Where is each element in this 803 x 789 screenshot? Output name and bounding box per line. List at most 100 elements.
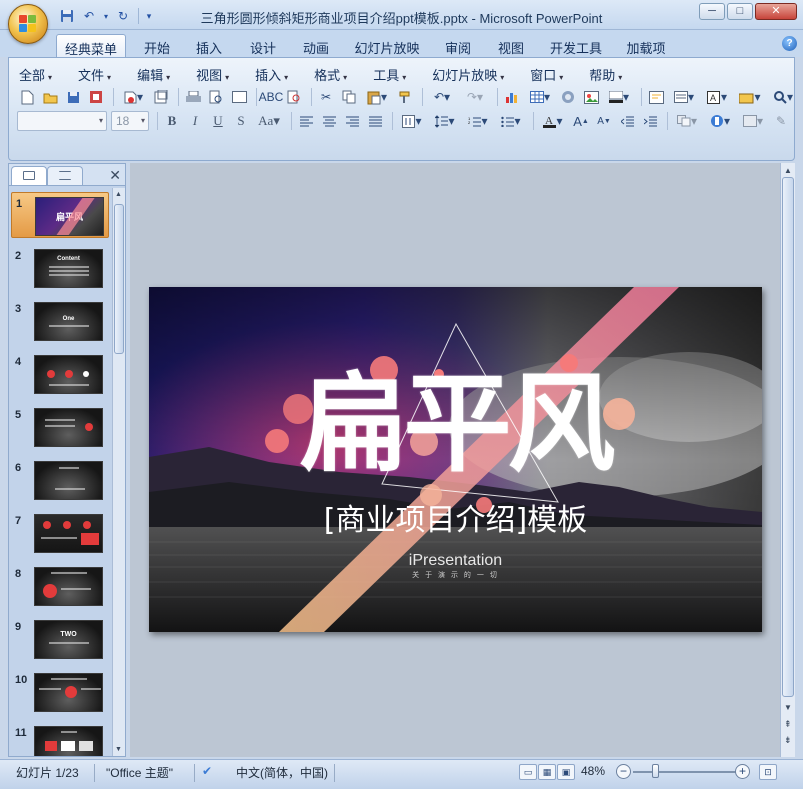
- tab-slideshow[interactable]: 幻灯片放映: [350, 34, 424, 57]
- slide-thumbnail[interactable]: 6: [11, 457, 109, 503]
- chart-icon[interactable]: [502, 87, 522, 107]
- print-icon[interactable]: [183, 87, 203, 107]
- font-name-combo[interactable]: ▾: [17, 111, 107, 131]
- line-spacing-icon[interactable]: ▾: [430, 111, 460, 131]
- fit-to-window-icon[interactable]: ⊡: [759, 764, 777, 780]
- menu-all[interactable]: 全部 ▾: [19, 65, 52, 83]
- close-button[interactable]: ✕: [755, 3, 797, 20]
- open-icon[interactable]: [40, 87, 60, 107]
- picture-icon[interactable]: [581, 87, 601, 107]
- format-painter-icon[interactable]: [395, 87, 415, 107]
- slide-sorter-icon[interactable]: ▦: [538, 764, 556, 780]
- scroll-up-icon[interactable]: ▲: [784, 166, 792, 175]
- spell-check-icon[interactable]: ✔: [202, 764, 220, 778]
- quick-styles-icon[interactable]: ▾: [705, 111, 735, 131]
- menu-insert[interactable]: 插入 ▾: [255, 65, 288, 83]
- slide-thumbnail[interactable]: 2 Content: [11, 245, 109, 291]
- minimize-button[interactable]: ─: [699, 3, 725, 20]
- tab-review[interactable]: 审阅: [437, 34, 479, 57]
- slides-tab[interactable]: [11, 166, 47, 185]
- research-icon[interactable]: [284, 87, 304, 107]
- shrink-font-icon[interactable]: A ▼: [594, 111, 614, 131]
- slide-thumbnail[interactable]: 11: [11, 722, 109, 756]
- normal-view-icon[interactable]: ▭: [519, 764, 537, 780]
- email-icon[interactable]: ▾: [118, 87, 148, 107]
- maximize-button[interactable]: □: [727, 3, 753, 20]
- zoom-slider-knob[interactable]: [652, 764, 659, 778]
- paste-icon[interactable]: ▾: [362, 87, 392, 107]
- menu-file[interactable]: 文件 ▾: [78, 65, 111, 83]
- previous-slide-icon[interactable]: ⇞: [784, 719, 792, 730]
- pdf-icon[interactable]: [151, 87, 171, 107]
- tab-developer[interactable]: 开发工具: [545, 34, 607, 57]
- slide-thumbnail[interactable]: 5: [11, 404, 109, 450]
- new-icon[interactable]: [17, 87, 37, 107]
- align-left-icon[interactable]: [296, 111, 316, 131]
- next-slide-icon[interactable]: ⇟: [784, 735, 792, 746]
- menu-edit[interactable]: 编辑 ▾: [137, 65, 170, 83]
- menu-view[interactable]: 视图 ▾: [196, 65, 229, 83]
- zoom-slider-track[interactable]: [633, 771, 737, 773]
- text-box-icon[interactable]: A ▾: [702, 87, 732, 107]
- slide-thumbnail[interactable]: 9 TWO: [11, 616, 109, 662]
- numbering-icon[interactable]: 1 2 ▾: [463, 111, 493, 131]
- scroll-down-icon[interactable]: ▼: [115, 746, 122, 753]
- slide-thumbnail[interactable]: 7: [11, 510, 109, 556]
- justify-icon[interactable]: [365, 111, 385, 131]
- zoom-level-label[interactable]: 48%: [581, 764, 605, 778]
- menu-tools[interactable]: 工具 ▾: [373, 65, 406, 83]
- slide-vertical-scrollbar[interactable]: ▲ ▼ ⇞ ⇟: [780, 163, 795, 757]
- close-pane-icon[interactable]: ✕: [109, 167, 121, 184]
- bold-button[interactable]: B: [162, 111, 182, 131]
- copy-icon[interactable]: [339, 87, 359, 107]
- decrease-indent-icon[interactable]: [617, 111, 637, 131]
- shape-outline-icon[interactable]: ✎: [771, 111, 791, 131]
- print-preview-icon[interactable]: [206, 87, 226, 107]
- slide-thumbnail[interactable]: 4: [11, 351, 109, 397]
- undo-icon[interactable]: ↶▾: [427, 87, 457, 107]
- slide-view-icon[interactable]: [229, 87, 249, 107]
- change-case-button[interactable]: Aa ▾: [254, 111, 284, 131]
- menu-help[interactable]: 帮助 ▾: [589, 65, 622, 83]
- bullets-icon[interactable]: ▾: [496, 111, 526, 131]
- layout-icon[interactable]: ▾: [669, 87, 699, 107]
- redo-icon[interactable]: ↷▾: [460, 87, 490, 107]
- scrollbar-thumb[interactable]: [114, 204, 124, 354]
- permission-icon[interactable]: [86, 87, 106, 107]
- shapes-icon[interactable]: ▾: [735, 87, 765, 107]
- tab-insert[interactable]: 插入: [188, 34, 230, 57]
- tab-addins[interactable]: 加载项: [620, 34, 672, 57]
- slide-thumbnail[interactable]: 3 One: [11, 298, 109, 344]
- increase-indent-icon[interactable]: [640, 111, 660, 131]
- find-icon[interactable]: ▾: [768, 87, 798, 107]
- language-label[interactable]: 中文(简体，中国): [236, 764, 328, 781]
- save-icon[interactable]: [63, 87, 83, 107]
- slide-thumbnail[interactable]: 1 扁平风: [11, 192, 109, 238]
- tab-design[interactable]: 设计: [242, 34, 284, 57]
- line-color-icon[interactable]: ▾: [604, 87, 634, 107]
- cut-icon[interactable]: ✂: [316, 87, 336, 107]
- arrange-icon[interactable]: ▾: [672, 111, 702, 131]
- office-button[interactable]: [8, 4, 48, 44]
- tab-view[interactable]: 视图: [490, 34, 532, 57]
- current-slide[interactable]: 扁平风 [商业项目介绍]模板 iPresentation 关 于 演 示 的 一…: [149, 287, 762, 632]
- menu-slideshow[interactable]: 幻灯片放映 ▾: [432, 65, 504, 83]
- shadow-button[interactable]: S: [231, 111, 251, 131]
- scroll-down-icon[interactable]: ▼: [784, 703, 792, 712]
- spelling-icon[interactable]: ABC: [259, 87, 284, 107]
- shape-fill-icon[interactable]: ▾: [738, 111, 768, 131]
- scrollbar-thumb[interactable]: [782, 177, 794, 697]
- align-center-icon[interactable]: [319, 111, 339, 131]
- text-direction-icon[interactable]: ▾: [397, 111, 427, 131]
- clipart-icon[interactable]: [558, 87, 578, 107]
- zoom-in-icon[interactable]: +: [735, 764, 750, 779]
- slide-thumbnail[interactable]: 8: [11, 563, 109, 609]
- tab-classic-menu[interactable]: 经典菜单: [56, 34, 126, 57]
- menu-format[interactable]: 格式 ▾: [314, 65, 347, 83]
- menu-window[interactable]: 窗口 ▾: [530, 65, 563, 83]
- help-icon[interactable]: ?: [782, 36, 797, 51]
- slideshow-view-icon[interactable]: ▣: [557, 764, 575, 780]
- zoom-out-icon[interactable]: −: [616, 764, 631, 779]
- font-color-icon[interactable]: A ▾: [538, 111, 568, 131]
- outline-tab[interactable]: [47, 166, 83, 185]
